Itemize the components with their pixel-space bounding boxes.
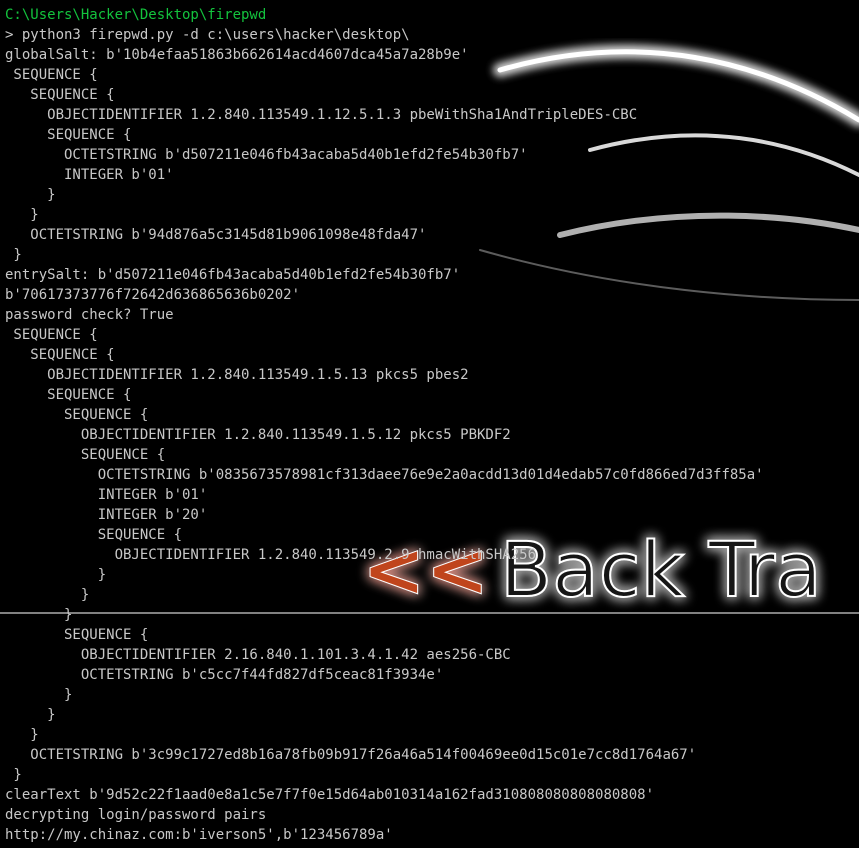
output-line: } [5, 607, 73, 623]
output-line: } [5, 187, 56, 203]
output-line: OBJECTIDENTIFIER 1.2.840.113549.2.9 hmac… [5, 547, 537, 563]
terminal-window[interactable]: C:\Users\Hacker\Desktop\firepwd > python… [0, 0, 859, 848]
output-line: decrypting login/password pairs [5, 807, 267, 823]
output-line: OCTETSTRING b'd507211e046fb43acaba5d40b1… [5, 147, 528, 163]
output-line: } [5, 707, 56, 723]
output-line: globalSalt: b'10b4efaa51863b662614acd460… [5, 47, 469, 63]
output-line: OBJECTIDENTIFIER 1.2.840.113549.1.12.5.1… [5, 107, 638, 123]
output-line: SEQUENCE { [5, 387, 132, 403]
output-line: SEQUENCE { [5, 347, 115, 363]
output-line: entrySalt: b'd507211e046fb43acaba5d40b1e… [5, 267, 461, 283]
output-line: OBJECTIDENTIFIER 1.2.840.113549.1.5.13 p… [5, 367, 469, 383]
output-line: OBJECTIDENTIFIER 1.2.840.113549.1.5.12 p… [5, 427, 511, 443]
output-line: } [5, 587, 90, 603]
output-line: OCTETSTRING b'0835673578981cf313daee76e9… [5, 467, 764, 483]
output-line: OCTETSTRING b'94d876a5c3145d81b9061098e4… [5, 227, 427, 243]
output-line: INTEGER b'20' [5, 507, 208, 523]
output-line: } [5, 727, 39, 743]
output-line: SEQUENCE { [5, 527, 183, 543]
output-line: SEQUENCE { [5, 87, 115, 103]
output-line: SEQUENCE { [5, 127, 132, 143]
output-line: OCTETSTRING b'c5cc7f44fd827df5ceac81f393… [5, 667, 444, 683]
output-line: SEQUENCE { [5, 627, 149, 643]
output-line: SEQUENCE { [5, 407, 149, 423]
output-line: OCTETSTRING b'3c99c1727ed8b16a78fb09b917… [5, 747, 697, 763]
prompt-path: C:\Users\Hacker\Desktop\firepwd [5, 7, 267, 23]
output-line: password check? True [5, 307, 174, 323]
output-line: } [5, 207, 39, 223]
output-line: INTEGER b'01' [5, 167, 174, 183]
output-line: } [5, 247, 22, 263]
output-line: SEQUENCE { [5, 67, 98, 83]
output-line: } [5, 687, 73, 703]
command-line: > python3 firepwd.py -d c:\users\hacker\… [5, 27, 410, 43]
output-line: } [5, 567, 107, 583]
output-line: SEQUENCE { [5, 327, 98, 343]
output-line: clearText b'9d52c22f1aad0e8a1c5e7f7f0e15… [5, 787, 655, 803]
output-line: INTEGER b'01' [5, 487, 208, 503]
output-line: } [5, 767, 22, 783]
output-line: b'70617373776f72642d636865636b0202' [5, 287, 301, 303]
output-line: OBJECTIDENTIFIER 2.16.840.1.101.3.4.1.42… [5, 647, 511, 663]
output-line: SEQUENCE { [5, 447, 166, 463]
output-line: http://my.chinaz.com:b'iverson5',b'12345… [5, 827, 393, 843]
